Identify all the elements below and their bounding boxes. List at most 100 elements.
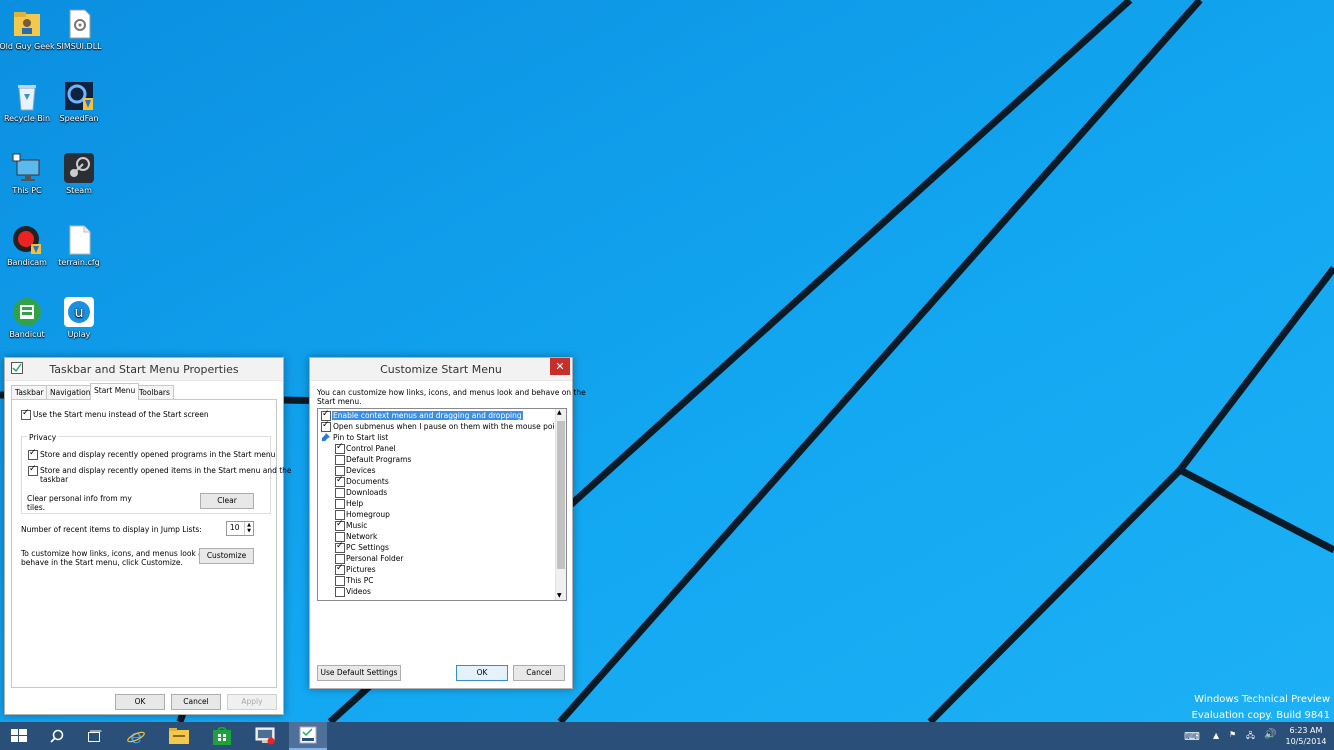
computer-icon (11, 152, 43, 184)
uplay-icon: u (63, 296, 95, 328)
cancel-button[interactable]: Cancel (171, 694, 221, 710)
watermark-line1: Windows Technical Preview (1194, 694, 1330, 705)
option-checkbox[interactable] (335, 475, 345, 487)
bandicam-icon (11, 224, 43, 256)
windows-logo-icon (11, 729, 27, 742)
internet-explorer-icon: e (127, 726, 145, 746)
list-item[interactable]: Music (318, 519, 558, 531)
list-item[interactable]: Devices (318, 466, 558, 476)
list-item[interactable]: Default Programs (318, 455, 558, 465)
desktop-icon-steam[interactable]: Steam (49, 152, 109, 195)
taskbar: e ⌨ ▲ ⚑ 🖧 🔊 6:23 AM 10/5/2014 (0, 722, 1334, 750)
list-item[interactable]: Personal Folder (318, 554, 558, 564)
taskbar-properties-titlebar[interactable]: Taskbar and Start Menu Properties (5, 358, 283, 381)
option-checkbox[interactable] (335, 541, 345, 553)
option-label: PC Settings (346, 543, 389, 552)
file-explorer-icon (169, 728, 189, 744)
list-item[interactable]: Open submenus when I pause on them with … (318, 420, 566, 432)
options-list[interactable]: Enable context menus and dragging and dr… (317, 408, 567, 601)
privacy-programs-checkbox[interactable] (28, 448, 38, 460)
option-label: Personal Folder (346, 554, 404, 563)
option-checkbox[interactable] (335, 587, 345, 597)
speedfan-icon (63, 80, 95, 112)
dialog-title: Taskbar and Start Menu Properties (49, 363, 239, 376)
desktop-icon-speedfan[interactable]: SpeedFan (49, 80, 109, 123)
privacy-programs-label: Store and display recently opened progra… (40, 450, 276, 459)
option-label: Control Panel (346, 444, 396, 453)
use-default-settings-button[interactable]: Use Default Settings (317, 665, 401, 681)
spinner-arrows-icon[interactable]: ▲ ▼ (244, 522, 253, 535)
jumplist-spinner[interactable]: 10 ▲ ▼ (226, 521, 254, 536)
show-hidden-icons-icon[interactable]: ▲ (1213, 731, 1219, 740)
taskbar-remote-desktop[interactable] (246, 722, 284, 750)
desktop-icon-uplay[interactable]: u Uplay (49, 296, 109, 339)
use-start-menu-label: Use the Start menu instead of the Start … (33, 410, 209, 419)
list-item[interactable]: Videos (318, 587, 558, 597)
list-item[interactable]: Pictures (318, 563, 558, 575)
tab-taskbar[interactable]: Taskbar (11, 385, 48, 399)
scroll-thumb[interactable] (557, 421, 565, 569)
list-item[interactable]: Help (318, 499, 558, 509)
scroll-up-icon[interactable]: ▲ (557, 409, 562, 416)
option-checkbox[interactable] (335, 576, 345, 586)
scroll-down-icon[interactable]: ▼ (557, 592, 562, 599)
desktop-icon-terrain-cfg[interactable]: terrain.cfg (49, 224, 109, 267)
task-view-button[interactable] (76, 722, 114, 750)
option-checkbox[interactable] (321, 420, 331, 432)
list-item[interactable]: Documents (318, 475, 558, 487)
list-item[interactable]: PC Settings (318, 541, 558, 553)
list-item: Pin to Start list (318, 433, 558, 443)
list-item[interactable]: Downloads (318, 488, 558, 498)
network-icon[interactable]: 🖧 (1246, 730, 1255, 744)
list-item[interactable]: This PC (318, 576, 558, 586)
list-item[interactable]: Enable context menus and dragging and dr… (318, 409, 558, 421)
search-button[interactable] (38, 722, 76, 750)
touch-keyboard-icon[interactable]: ⌨ (1184, 730, 1200, 743)
use-start-menu-checkbox[interactable] (21, 408, 31, 420)
tab-toolbars[interactable]: Toolbars (135, 385, 174, 399)
option-label: Documents (346, 477, 389, 486)
option-checkbox[interactable] (335, 563, 345, 575)
privacy-items-checkbox[interactable] (28, 464, 38, 476)
action-center-flag-icon[interactable]: ⚑ (1229, 730, 1236, 739)
text-file-icon (63, 224, 95, 256)
customize-ok-button[interactable]: OK (456, 665, 508, 681)
option-label: Help (346, 499, 364, 508)
option-label: Default Programs (346, 455, 412, 464)
clock-date[interactable]: 10/5/2014 (1284, 737, 1328, 746)
volume-icon[interactable]: 🔊 (1264, 729, 1276, 740)
privacy-items-label: Store and display recently opened items … (40, 466, 292, 475)
option-checkbox[interactable] (335, 519, 345, 531)
folder-user-icon (11, 8, 43, 40)
list-item[interactable]: Control Panel (318, 442, 558, 454)
list-item[interactable]: Homegroup (318, 510, 558, 520)
option-checkbox[interactable] (335, 442, 345, 454)
list-item[interactable]: Network (318, 532, 558, 542)
taskbar-internet-explorer[interactable]: e (117, 722, 155, 750)
start-button[interactable] (0, 722, 38, 750)
clear-button[interactable]: Clear (200, 493, 254, 509)
apply-button[interactable]: Apply (227, 694, 277, 710)
option-checkbox[interactable] (335, 499, 345, 509)
customize-titlebar[interactable]: Customize Start Menu ✕ (310, 358, 572, 381)
close-button[interactable]: ✕ (550, 358, 570, 375)
taskbar-taskbar-properties[interactable] (289, 722, 327, 750)
taskbar-store[interactable] (203, 722, 241, 750)
option-checkbox[interactable] (335, 455, 345, 465)
svg-text:u: u (75, 305, 84, 321)
privacy-group: Privacy Store and display recently opene… (21, 433, 292, 514)
option-checkbox[interactable] (335, 488, 345, 498)
customize-button[interactable]: Customize (199, 548, 254, 564)
ok-button[interactable]: OK (115, 694, 165, 710)
store-icon (213, 727, 231, 745)
desktop-icon-simsui-dll[interactable]: SIMSUI.DLL (49, 8, 109, 51)
customize-start-menu-dialog: Customize Start Menu ✕ You can customize… (309, 357, 586, 689)
option-label: Homegroup (346, 510, 390, 519)
tab-navigation[interactable]: Navigation (46, 385, 95, 399)
option-label: Devices (346, 466, 376, 475)
taskbar-file-explorer[interactable] (160, 722, 198, 750)
tab-start-menu[interactable]: Start Menu (90, 383, 140, 400)
list-scrollbar[interactable]: ▲ ▼ (555, 409, 566, 600)
customize-cancel-button[interactable]: Cancel (513, 665, 565, 681)
clock-time[interactable]: 6:23 AM (1286, 726, 1326, 735)
